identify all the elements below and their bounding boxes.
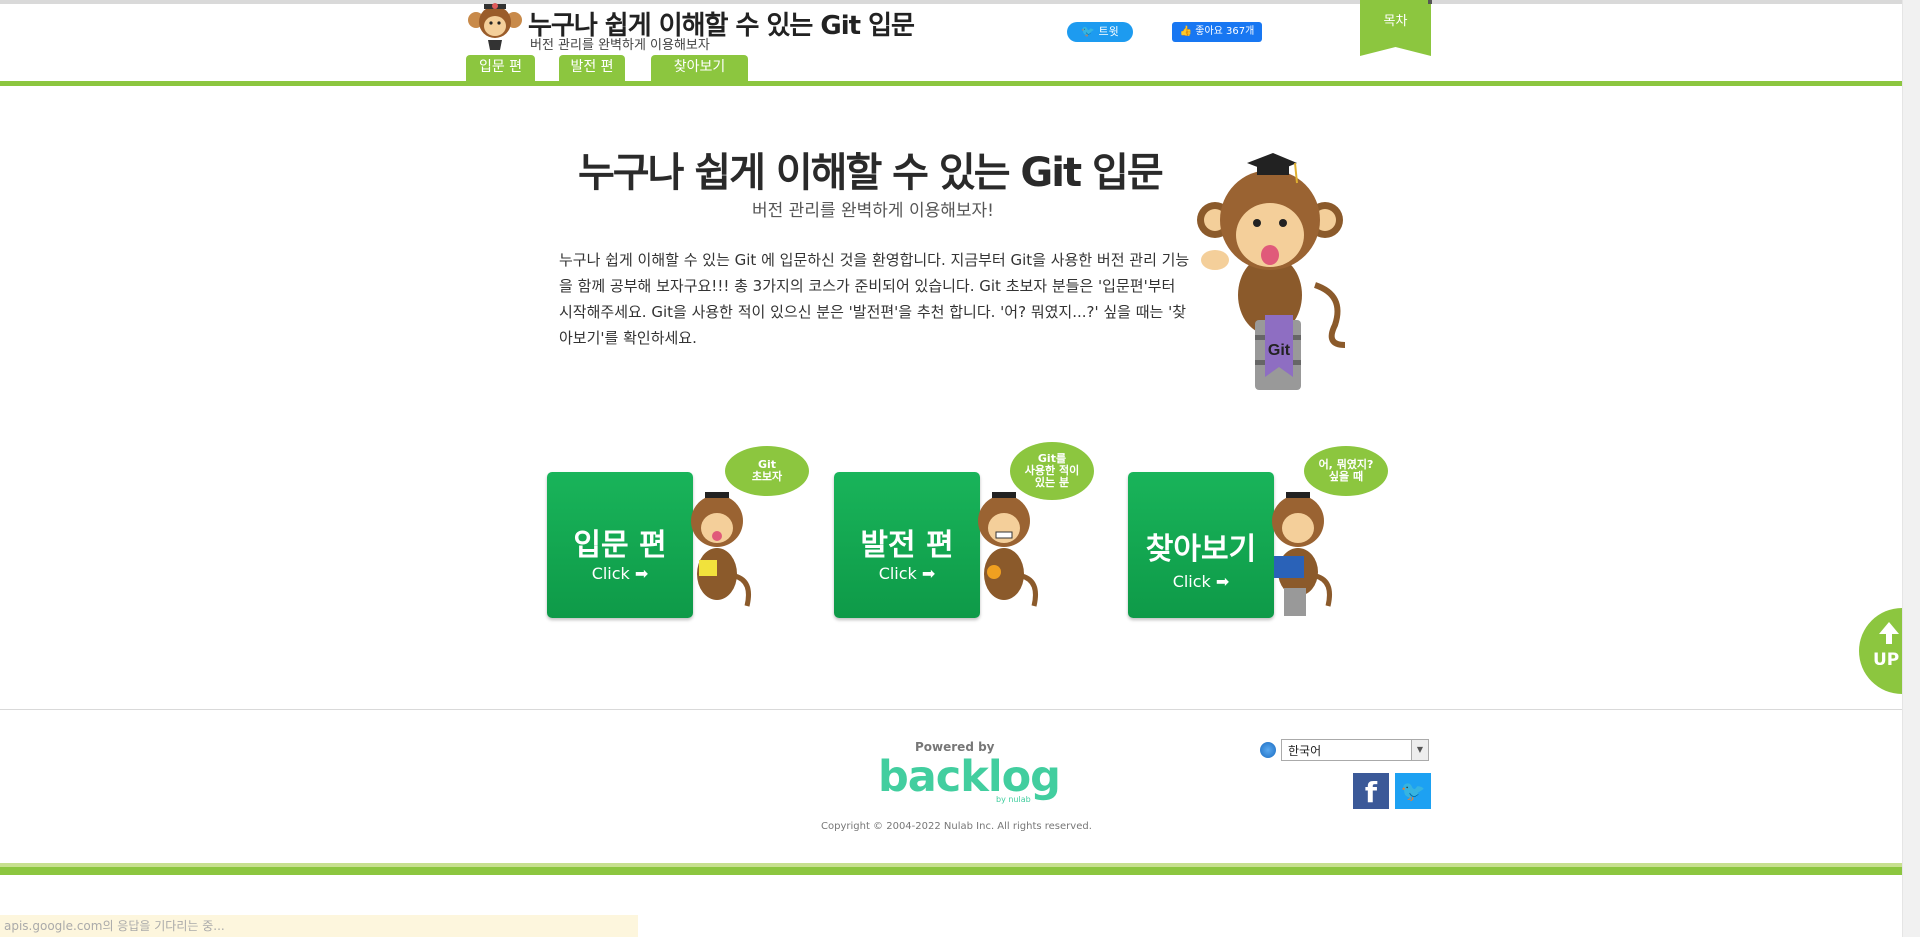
course-card-beginner[interactable]: 입문 편 Click ➡: [547, 472, 693, 618]
hero-intro-text: 누구나 쉽게 이해할 수 있는 Git 에 입문하신 것을 환영합니다. 지금부…: [559, 251, 1190, 347]
tab-reference[interactable]: 찾아보기: [651, 55, 748, 81]
monkey-graduate-illustration: Git: [1197, 153, 1346, 390]
backlog-logo[interactable]: backlog: [878, 752, 1061, 802]
course-card-advanced[interactable]: 발전 편 Click ➡: [834, 472, 980, 618]
speech-bubble-reference: 어, 뭐였지? 싶을 때: [1304, 446, 1388, 496]
site-subtitle: 버전 관리를 완벽하게 이용해보자: [530, 38, 710, 53]
speech-bubble-advanced: Git를 사용한 적이 있는 분: [1010, 442, 1094, 500]
course-click-label: Click ➡: [1172, 572, 1230, 591]
course-reference[interactable]: 찾아보기 Click ➡ 어, 뭐였지? 싶을 때: [1128, 446, 1408, 621]
course-beginner[interactable]: 입문 편 Click ➡ Git 초보자: [547, 446, 827, 621]
tab-beginner[interactable]: 입문 편: [466, 55, 535, 81]
like-label: 좋아요 367개: [1195, 26, 1255, 37]
thumbs-up-icon: 👍: [1179, 26, 1193, 37]
course-title: 찾아보기: [1145, 532, 1257, 567]
facebook-like-button[interactable]: 👍 좋아요 367개: [1172, 22, 1262, 42]
tweet-button[interactable]: 🐦 트윗: [1067, 22, 1133, 42]
footer-accent-bar: [0, 867, 1903, 875]
chevron-down-icon[interactable]: ▼: [1411, 740, 1428, 760]
tab-advanced[interactable]: 발전 편: [559, 55, 625, 81]
up-label: UP: [1873, 650, 1900, 670]
arrow-up-stem: [1886, 634, 1892, 644]
twitter-icon[interactable]: 🐦: [1395, 773, 1431, 809]
footer-divider: [0, 709, 1903, 710]
course-title: 입문 편: [573, 528, 667, 563]
hero-subtitle: 버전 관리를 완벽하게 이용해보자!: [752, 201, 994, 221]
nulab-label: by nulab: [996, 795, 1031, 804]
vertical-scrollbar[interactable]: [1902, 0, 1920, 937]
course-click-label: Click ➡: [878, 564, 936, 583]
monkey-reference-icon: [1272, 492, 1332, 616]
speech-bubble-beginner: Git 초보자: [725, 446, 809, 496]
course-advanced[interactable]: 발전 편 Click ➡ Git를 사용한 적이 있는 분: [834, 442, 1114, 621]
globe-icon: [1260, 742, 1276, 758]
arrow-up-icon: [1879, 622, 1899, 634]
language-select[interactable]: 한국어 ▼: [1281, 739, 1429, 761]
site-header: 누구나 쉽게 이해할 수 있는 Git 입문 버전 관리를 완벽하게 이용해보자…: [0, 0, 1903, 86]
bubble-text: Git 초보자: [751, 458, 783, 483]
git-badge-label: Git: [1268, 342, 1291, 359]
bubble-text: Git를 사용한 적이 있는 분: [1024, 452, 1080, 489]
toc-notch: [1428, 0, 1432, 4]
monkey-beginner-icon: [691, 492, 751, 607]
course-card-reference[interactable]: 찾아보기 Click ➡: [1128, 472, 1274, 618]
hero-title: 누구나 쉽게 이해할 수 있는 Git 입문: [578, 150, 1164, 196]
course-title: 발전 편: [860, 528, 954, 563]
tweet-label: 트윗: [1098, 25, 1119, 38]
language-value: 한국어: [1288, 744, 1322, 758]
facebook-icon[interactable]: f: [1353, 773, 1389, 809]
browser-status-bar: apis.google.com의 응답을 기다리는 중...: [0, 915, 638, 937]
bubble-text: 어, 뭐였지? 싶을 때: [1318, 458, 1374, 483]
monkey-mascot-icon: [468, 3, 522, 50]
header-divider: [0, 81, 1903, 86]
twitter-bird-icon: 🐦: [1081, 25, 1095, 38]
copyright-text: Copyright © 2004-2022 Nulab Inc. All rig…: [821, 821, 1092, 832]
course-click-label: Click ➡: [591, 564, 649, 583]
toc-ribbon[interactable]: 목차: [1360, 0, 1431, 56]
